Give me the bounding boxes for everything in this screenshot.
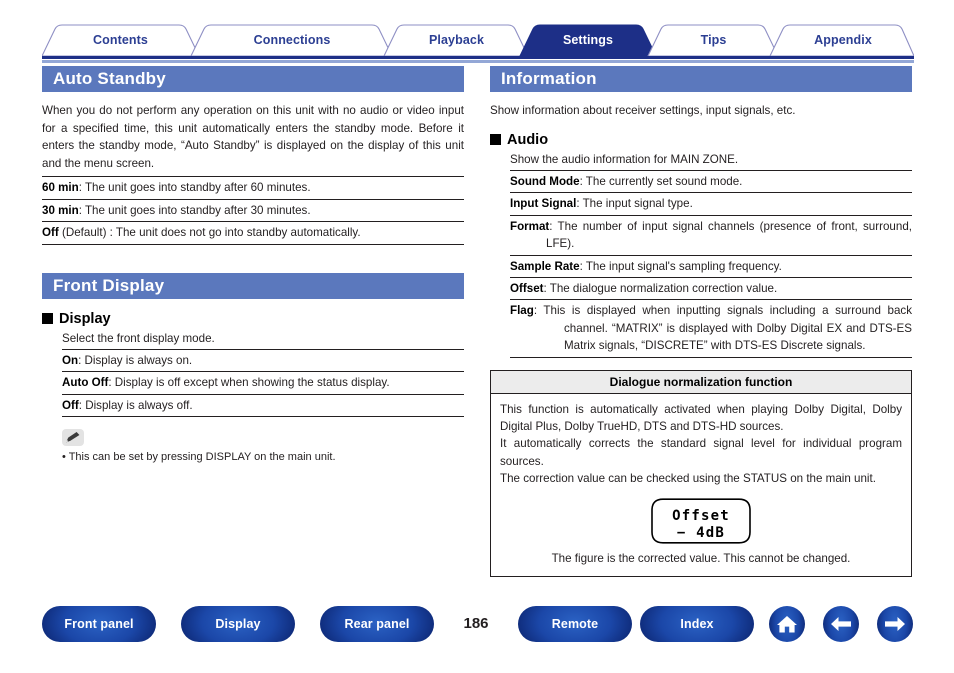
remote-button[interactable]: Remote <box>518 606 632 642</box>
subhead-label: Display <box>59 310 111 327</box>
option-term: Sound Mode <box>510 175 580 188</box>
option-term: Offset <box>510 282 544 296</box>
lcd-caption: The figure is the corrected value. This … <box>551 551 851 565</box>
audio-lead: Show the audio information for MAIN ZONE… <box>510 152 739 166</box>
lcd-display-figure: Offset − 4dB <box>500 498 902 544</box>
option-desc: : The unit goes into standby after 30 mi… <box>78 203 311 217</box>
subhead-label: Audio <box>507 131 549 148</box>
arrow-left-glyph <box>831 617 851 631</box>
option-term: 60 min <box>42 181 79 195</box>
black-square-icon <box>42 313 53 325</box>
table-row: Input Signal: The input signal type. <box>510 193 912 216</box>
footer-button-bar: Front panel Display Rear panel 186 Remot… <box>0 606 954 648</box>
front-display-body: Select the front display mode. On: Displ… <box>42 330 464 466</box>
tab-underline-dark <box>42 56 914 59</box>
option-desc: : Display is off except when showing the… <box>108 376 390 390</box>
home-glyph <box>777 616 797 633</box>
information-intro: Show information about receiver settings… <box>490 104 796 117</box>
option-row: 30 min: The unit goes into standby after… <box>42 200 464 223</box>
tab-appendix[interactable]: Appendix <box>786 24 900 56</box>
option-desc: : The input signal type. <box>576 197 693 211</box>
audio-body: Show the audio information for MAIN ZONE… <box>490 151 912 358</box>
pencil-glyph <box>66 432 80 443</box>
option-term: 30 min <box>42 203 79 217</box>
dialogue-normalization-callout: Dialogue normalization function This fun… <box>490 369 912 578</box>
option-term: On <box>62 354 79 367</box>
callout-paragraph: The correction value can be checked usin… <box>500 472 876 486</box>
tab-bar: Contents Connections Playback Settings T… <box>42 24 914 56</box>
option-row: 60 min: The unit goes into standby after… <box>42 177 464 200</box>
option-row: Off: Display is always off. <box>62 395 464 418</box>
subhead-audio: Audio <box>490 132 912 148</box>
subhead-display: Display <box>42 311 464 327</box>
option-term: Off <box>62 398 79 412</box>
front-display-options: On: Display is always on. Auto Off: Disp… <box>62 349 464 418</box>
arrow-right-icon[interactable] <box>877 606 913 642</box>
option-desc: : The unit goes into standby after 60 mi… <box>78 181 311 195</box>
lcd-line-2: − 4dB <box>677 525 725 541</box>
option-desc: (Default) : The unit does not go into st… <box>58 226 361 240</box>
front-panel-button[interactable]: Front panel <box>42 606 156 642</box>
tab-settings[interactable]: Settings <box>536 24 640 56</box>
home-icon[interactable] <box>769 606 805 642</box>
tab-underline-light <box>42 60 914 63</box>
option-desc: : Display is always on. <box>78 354 193 367</box>
right-column: Information Show information about recei… <box>490 66 912 578</box>
rear-panel-button[interactable]: Rear panel <box>320 606 434 642</box>
option-desc: : Display is always off. <box>78 398 193 412</box>
option-row: On: Display is always on. <box>62 350 464 373</box>
callout-title: Dialogue normalization function <box>491 370 911 394</box>
auto-standby-options: 60 min: The unit goes into standby after… <box>42 176 464 245</box>
front-display-lead: Select the front display mode. <box>62 331 215 345</box>
black-square-icon <box>490 134 501 146</box>
section-title-information: Information <box>490 66 912 92</box>
option-desc: : The input signal's sampling frequency. <box>579 259 782 273</box>
option-term: Format <box>510 219 550 233</box>
arrow-left-icon[interactable] <box>823 606 859 642</box>
option-term: Auto Off <box>62 376 109 390</box>
option-term: Off <box>42 226 59 240</box>
pencil-icon <box>62 429 84 447</box>
option-desc: : This is displayed when inputting signa… <box>533 304 912 353</box>
section-title-auto-standby: Auto Standby <box>42 66 464 92</box>
table-row: Offset: The dialogue normalization corre… <box>510 278 912 301</box>
tab-contents[interactable]: Contents <box>58 24 183 56</box>
option-term: Sample Rate <box>510 259 580 273</box>
arrow-right-glyph <box>885 617 905 631</box>
lcd-line-1: Offset <box>672 508 730 524</box>
lcd-panel-icon: Offset − 4dB <box>651 498 751 544</box>
option-term: Input Signal <box>510 197 577 211</box>
table-row: Sample Rate: The input signal's sampling… <box>510 256 912 279</box>
option-desc: : The dialogue normalization correction … <box>543 282 778 296</box>
option-desc: : The currently set sound mode. <box>579 175 743 188</box>
option-row: Auto Off: Display is off except when sho… <box>62 372 464 395</box>
option-row: Off (Default) : The unit does not go int… <box>42 222 464 245</box>
table-row: Format: The number of input signal chann… <box>510 216 912 256</box>
section-title-front-display: Front Display <box>42 272 464 299</box>
tab-tips[interactable]: Tips <box>664 24 763 56</box>
callout-paragraph: This function is automatically activated… <box>500 402 902 434</box>
tab-connections[interactable]: Connections <box>207 24 377 56</box>
display-note: • This can be set by pressing DISPLAY on… <box>62 451 336 464</box>
auto-standby-intro: When you do not perform any operation on… <box>42 104 464 170</box>
callout-body: This function is automatically activated… <box>491 394 911 576</box>
index-button[interactable]: Index <box>640 606 754 642</box>
page-number: 186 <box>463 615 489 632</box>
table-row: Flag: This is displayed when inputting s… <box>510 300 912 358</box>
audio-options: Sound Mode: The currently set sound mode… <box>510 170 912 358</box>
callout-paragraph: It automatically corrects the standard s… <box>500 437 902 468</box>
option-term: Flag <box>510 304 534 318</box>
option-desc: : The number of input signal channels (p… <box>546 219 912 251</box>
table-row: Sound Mode: The currently set sound mode… <box>510 171 912 194</box>
display-button[interactable]: Display <box>181 606 295 642</box>
tab-playback[interactable]: Playback <box>400 24 513 56</box>
left-column: Auto Standby When you do not perform any… <box>42 66 464 465</box>
